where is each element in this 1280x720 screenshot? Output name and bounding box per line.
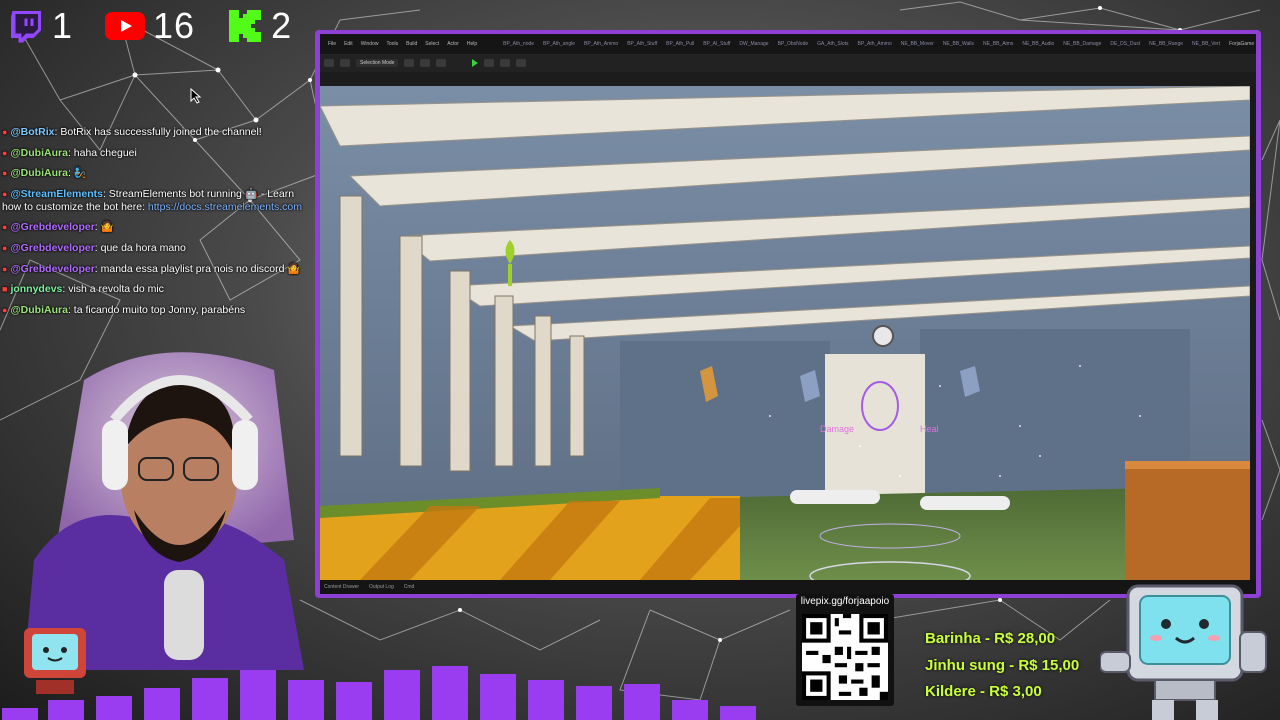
asset-tab[interactable]: NE_BB_Damage bbox=[1063, 41, 1101, 47]
viewport-damage-label: Damage bbox=[820, 424, 854, 434]
chat-text: : BotRix has successfully joined the cha… bbox=[54, 126, 262, 138]
chat-user: @Grebdeveloper bbox=[10, 262, 95, 275]
asset-tab[interactable]: BP_Ath_Ammo bbox=[858, 41, 892, 47]
chat-message: ● @Grebdeveloper: manda essa playlist pra… bbox=[2, 262, 301, 275]
chat-user: @DubiAura bbox=[10, 146, 68, 159]
pause-button[interactable] bbox=[484, 59, 495, 67]
asset-tab[interactable]: BP_Ath_angle bbox=[543, 41, 575, 47]
menu-file[interactable]: File bbox=[328, 41, 336, 47]
chat-user: @DubiAura bbox=[10, 303, 68, 316]
asset-tab[interactable]: NE_BB_Audio bbox=[1022, 41, 1054, 47]
chat-user: @Grebdeveloper bbox=[10, 241, 95, 254]
youtube-icon bbox=[105, 12, 146, 40]
twitch-count: 1 bbox=[52, 5, 74, 46]
follower-counters: 1 16 2 bbox=[8, 4, 292, 48]
audio-equalizer bbox=[2, 666, 756, 720]
asset-tab[interactable]: GA_Ath_Slots bbox=[817, 41, 848, 47]
donation-item: Barinha - R$ 28,00 bbox=[925, 630, 1056, 647]
mouse-cursor-icon bbox=[190, 88, 202, 104]
asset-tab[interactable]: NE_BB_Walls bbox=[943, 41, 974, 47]
cmd-button[interactable]: Cmd bbox=[404, 584, 415, 590]
chat-user: jonnydevs bbox=[10, 283, 63, 296]
editor-toolbar: Selection Mode bbox=[320, 54, 1256, 72]
chat-message: ● @BotRix: BotRix has successfully joined… bbox=[2, 126, 262, 138]
qr-code-icon[interactable] bbox=[802, 614, 888, 700]
kick-counter: 2 bbox=[227, 5, 292, 47]
twitch-icon bbox=[11, 11, 41, 43]
chat-text: : 🧞 bbox=[67, 167, 87, 180]
donation-item: Kildere - R$ 3,00 bbox=[925, 683, 1042, 700]
youtube-count: 16 bbox=[153, 5, 196, 46]
donation-qr-box: livepix.gg/forjaapoio bbox=[796, 594, 894, 706]
chat-message: ● @DubiAura: 🧞 bbox=[2, 167, 87, 180]
chat-message: ● @DubiAura: ta ficando muito top Jonny, … bbox=[2, 303, 246, 316]
selection-mode-dropdown[interactable]: Selection Mode bbox=[356, 59, 399, 67]
asset-tab[interactable]: BP_Ath_Ammo bbox=[584, 41, 618, 47]
save-button[interactable] bbox=[324, 59, 334, 67]
chat-message: ● @Grebdeveloper: que da hora mano bbox=[2, 241, 186, 254]
project-name: ForjaGame bbox=[1229, 41, 1255, 47]
menu-window[interactable]: Window bbox=[361, 41, 379, 47]
content-button[interactable] bbox=[340, 59, 350, 67]
cinematics-button[interactable] bbox=[436, 59, 447, 67]
menu-actor[interactable]: Actor bbox=[447, 41, 459, 47]
donation-list: Barinha - R$ 28,00 Jinhu sung - R$ 15,00… bbox=[925, 626, 1079, 706]
level-viewport[interactable]: Damage Heal bbox=[320, 86, 1250, 580]
menu-build[interactable]: Build bbox=[406, 41, 417, 47]
viewport-heal-label: Heal bbox=[920, 424, 939, 434]
youtube-counter: 16 bbox=[105, 5, 195, 47]
chat-link[interactable]: https://docs.streamelements.com bbox=[148, 201, 302, 213]
play-icon[interactable] bbox=[472, 59, 479, 67]
asset-tab[interactable]: DE_DS_Dust bbox=[1110, 41, 1140, 47]
editor-menubar: File Edit Window Tools Build Select Acto… bbox=[320, 34, 1256, 54]
chat-text: : manda essa playlist pra nois no discor… bbox=[94, 262, 301, 275]
chat-user: @Grebdeveloper bbox=[10, 221, 95, 234]
asset-tab[interactable]: NE_BB_Mover bbox=[901, 41, 934, 47]
chat-message: ● @DubiAura: haha cheguei bbox=[2, 146, 137, 159]
viewport-toolbar bbox=[320, 72, 1256, 86]
kick-count: 2 bbox=[271, 5, 293, 46]
asset-tab[interactable]: DW_Manage bbox=[739, 41, 768, 47]
chat-user: @BotRix bbox=[10, 126, 55, 138]
unreal-editor-window: File Edit Window Tools Build Select Acto… bbox=[320, 34, 1256, 594]
asset-tab[interactable]: BP_ObsNode bbox=[778, 41, 809, 47]
stop-button[interactable] bbox=[500, 59, 511, 67]
asset-tab[interactable]: BP_Ath_Stuff bbox=[627, 41, 657, 47]
output-log-button[interactable]: Output Log bbox=[369, 584, 394, 590]
asset-tab[interactable]: BP_Ath_node bbox=[503, 41, 534, 47]
chat-text: : vish a revolta do mic bbox=[62, 283, 164, 296]
chat-user: @DubiAura bbox=[10, 167, 68, 180]
donation-url: livepix.gg/forjaapoio bbox=[800, 596, 890, 607]
chat-message: ● @Grebdeveloper: 🤷 bbox=[2, 221, 114, 234]
chat-message: ■ jonnydevs: vish a revolta do mic bbox=[2, 283, 164, 296]
donation-item: Jinhu sung - R$ 15,00 bbox=[925, 656, 1080, 674]
twitch-counter: 1 bbox=[8, 5, 73, 47]
chat-user: @StreamElements bbox=[10, 187, 103, 200]
menu-help[interactable]: Help bbox=[467, 41, 477, 47]
chat-text: : haha cheguei bbox=[67, 146, 137, 159]
content-drawer-button[interactable]: Content Drawer bbox=[324, 584, 359, 590]
kick-icon bbox=[229, 10, 262, 42]
play-options-button[interactable] bbox=[516, 59, 527, 67]
webcam-streamer bbox=[24, 352, 304, 670]
asset-tab[interactable]: BP_Ath_Pull bbox=[666, 41, 694, 47]
asset-tab[interactable]: NE_BB_Aims bbox=[983, 41, 1013, 47]
chat-overlay: ● @BotRix: BotRix has successfully joined… bbox=[2, 126, 307, 324]
chat-text: : que da hora mano bbox=[94, 241, 186, 254]
add-actor-button[interactable] bbox=[404, 59, 415, 67]
menu-select[interactable]: Select bbox=[425, 41, 439, 47]
asset-tabs: BP_Ath_node BP_Ath_angle BP_Ath_Ammo BP_… bbox=[503, 41, 1229, 47]
menu-edit[interactable]: Edit bbox=[344, 41, 353, 47]
asset-tab[interactable]: NE_BB_Vert bbox=[1192, 41, 1220, 47]
chat-text: : 🤷 bbox=[94, 221, 114, 234]
robot-mascot bbox=[1100, 584, 1267, 720]
menu-tools[interactable]: Tools bbox=[386, 41, 398, 47]
asset-tab[interactable]: BP_AI_Stuff bbox=[703, 41, 730, 47]
asset-tab[interactable]: NE_BB_Range bbox=[1149, 41, 1183, 47]
chat-message: ● @StreamElements: StreamElements bot run… bbox=[2, 187, 302, 213]
chat-text: : ta ficando muito top Jonny, parabéns bbox=[67, 303, 246, 316]
blueprint-button[interactable] bbox=[420, 59, 431, 67]
